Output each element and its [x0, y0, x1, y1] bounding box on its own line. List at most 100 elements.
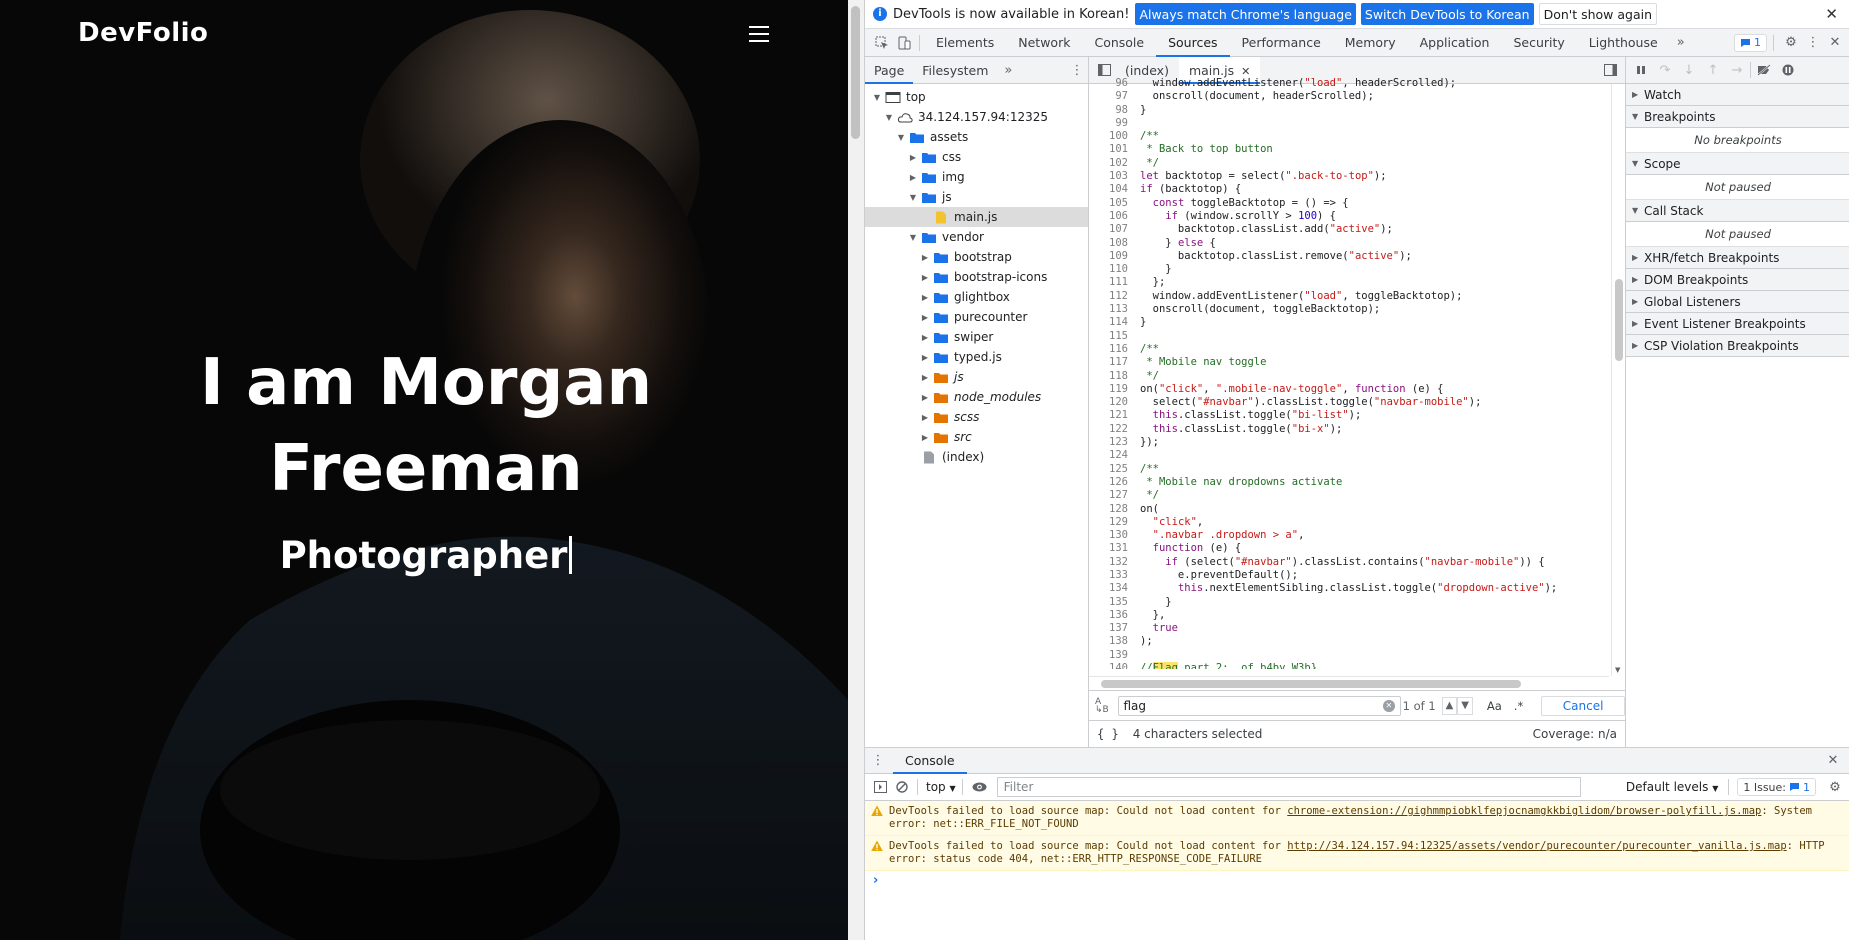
- code-line-text[interactable]: "click",: [1128, 516, 1204, 529]
- code-line[interactable]: 101 * Back to top button: [1089, 143, 1609, 156]
- scroll-down-arrow-icon[interactable]: ▼: [1615, 666, 1620, 674]
- code-line[interactable]: 134 this.nextElementSibling.classList.to…: [1089, 582, 1609, 595]
- code-line-text[interactable]: },: [1128, 609, 1166, 622]
- code-line[interactable]: 139: [1089, 649, 1609, 662]
- line-number[interactable]: 102: [1089, 157, 1128, 170]
- always-match-language-button[interactable]: Always match Chrome's language: [1135, 3, 1356, 25]
- code-line-text[interactable]: } else {: [1128, 237, 1216, 250]
- code-line[interactable]: 122 this.classList.toggle("bi-x");: [1089, 423, 1609, 436]
- dont-show-again-button[interactable]: Don't show again: [1538, 3, 1657, 25]
- previous-match-icon[interactable]: ▲: [1441, 696, 1458, 715]
- line-number[interactable]: 112: [1089, 290, 1128, 303]
- pane-header[interactable]: ▼ Call Stack: [1626, 200, 1849, 222]
- code-line[interactable]: 97 onscroll(document, headerScrolled);: [1089, 90, 1609, 103]
- code-line[interactable]: 130 ".navbar .dropdown > a",: [1089, 529, 1609, 542]
- site-logo[interactable]: DevFolio: [78, 18, 208, 48]
- code-line-text[interactable]: onscroll(document, toggleBacktotop);: [1128, 303, 1381, 316]
- tree-item[interactable]: ▶ src: [865, 427, 1088, 447]
- code-line-text[interactable]: if (select("#navbar").classList.contains…: [1128, 556, 1544, 569]
- code-line-text[interactable]: true: [1128, 622, 1178, 635]
- line-number[interactable]: 124: [1089, 449, 1128, 462]
- tab-console[interactable]: Console: [1082, 29, 1156, 57]
- tab-performance[interactable]: Performance: [1230, 29, 1333, 57]
- code-line[interactable]: 127 */: [1089, 489, 1609, 502]
- line-number[interactable]: 128: [1089, 503, 1128, 516]
- clear-console-icon[interactable]: [891, 776, 913, 798]
- code-line[interactable]: 138);: [1089, 635, 1609, 648]
- code-line-text[interactable]: select("#navbar").classList.toggle("navb…: [1128, 396, 1482, 409]
- live-expression-eye-icon[interactable]: [969, 776, 991, 798]
- code-line-text[interactable]: [1128, 330, 1140, 343]
- code-line[interactable]: 106 if (window.scrollY > 100) {: [1089, 210, 1609, 223]
- console-settings-gear-icon[interactable]: ⚙: [1824, 776, 1846, 798]
- line-number[interactable]: 120: [1089, 396, 1128, 409]
- tree-item[interactable]: ▶ img: [865, 167, 1088, 187]
- line-number[interactable]: 131: [1089, 542, 1128, 555]
- pretty-print-button[interactable]: { }: [1097, 727, 1119, 741]
- issues-badge[interactable]: 1: [1734, 33, 1767, 52]
- line-number[interactable]: 99: [1089, 117, 1128, 130]
- code-line[interactable]: 114}: [1089, 316, 1609, 329]
- code-line-text[interactable]: [1128, 117, 1140, 130]
- tree-item[interactable]: ▼ assets: [865, 127, 1088, 147]
- code-line[interactable]: 129 "click",: [1089, 516, 1609, 529]
- code-line[interactable]: 125/**: [1089, 463, 1609, 476]
- code-line[interactable]: 124: [1089, 449, 1609, 462]
- tree-item[interactable]: ▶ bootstrap: [865, 247, 1088, 267]
- expanded-arrow-icon[interactable]: ▼: [907, 193, 919, 202]
- code-line[interactable]: 123});: [1089, 436, 1609, 449]
- code-line[interactable]: 120 select("#navbar").classList.toggle("…: [1089, 396, 1609, 409]
- code-line[interactable]: 110 }: [1089, 263, 1609, 276]
- page-scrollbar[interactable]: [848, 0, 864, 940]
- tab-filesystem[interactable]: Filesystem: [913, 57, 997, 84]
- code-line[interactable]: 103 let backtotop = select(".back-to-top"…: [1089, 170, 1609, 183]
- code-line-text[interactable]: /**: [1128, 463, 1159, 476]
- line-number[interactable]: 118: [1089, 370, 1128, 383]
- expanded-arrow-icon[interactable]: ▼: [895, 133, 907, 142]
- code-line-text[interactable]: on("click", ".mobile-nav-toggle", functi…: [1128, 383, 1444, 396]
- line-number[interactable]: 104: [1089, 183, 1128, 196]
- code-line[interactable]: 112 window.addEventListener("load", togg…: [1089, 290, 1609, 303]
- line-number[interactable]: 125: [1089, 463, 1128, 476]
- collapsed-arrow-icon[interactable]: ▶: [919, 373, 931, 382]
- replace-toggle-icon[interactable]: A ↳B: [1095, 697, 1114, 714]
- line-number[interactable]: 100: [1089, 130, 1128, 143]
- collapsed-arrow-icon[interactable]: ▶: [919, 253, 931, 262]
- code-line[interactable]: 96 window.addEventListener("load", heade…: [1089, 77, 1609, 90]
- code-line-text[interactable]: * Back to top button: [1128, 143, 1272, 156]
- code-line[interactable]: 105 const toggleBacktotop = () => {: [1089, 197, 1609, 210]
- line-number[interactable]: 129: [1089, 516, 1128, 529]
- code-line-text[interactable]: }: [1128, 104, 1146, 117]
- collapsed-arrow-icon[interactable]: ▶: [919, 313, 931, 322]
- line-number[interactable]: 110: [1089, 263, 1128, 276]
- code-horizontal-scrollbar[interactable]: [1089, 676, 1609, 690]
- console-issues-button[interactable]: 1 Issue: 1: [1737, 778, 1816, 796]
- collapsed-arrow-icon[interactable]: ▶: [919, 433, 931, 442]
- code-line-text[interactable]: const toggleBacktotop = () => {: [1128, 197, 1349, 210]
- code-line-text[interactable]: window.addEventListener("load", headerSc…: [1128, 77, 1456, 90]
- line-number[interactable]: 107: [1089, 223, 1128, 236]
- line-number[interactable]: 127: [1089, 489, 1128, 502]
- show-sidebar-icon[interactable]: [869, 776, 891, 798]
- source-map-link[interactable]: http://34.124.157.94:12325/assets/vendor…: [1287, 840, 1786, 852]
- collapsed-arrow-icon[interactable]: ▶: [919, 333, 931, 342]
- inspect-element-icon[interactable]: [871, 32, 893, 54]
- pane-header[interactable]: ▶ DOM Breakpoints: [1626, 269, 1849, 291]
- line-number[interactable]: 109: [1089, 250, 1128, 263]
- console-prompt[interactable]: ›: [865, 871, 1849, 890]
- code-line[interactable]: 117 * Mobile nav toggle: [1089, 356, 1609, 369]
- device-toolbar-icon[interactable]: [893, 32, 915, 54]
- tree-item[interactable]: ▼ 34.124.157.94:12325: [865, 107, 1088, 127]
- code-line[interactable]: 136 },: [1089, 609, 1609, 622]
- tree-item[interactable]: ▼ top: [865, 87, 1088, 107]
- line-number[interactable]: 122: [1089, 423, 1128, 436]
- pane-header[interactable]: ▼ Scope: [1626, 153, 1849, 175]
- code-line[interactable]: 115: [1089, 330, 1609, 343]
- tree-item[interactable]: main.js: [865, 207, 1088, 227]
- pane-header[interactable]: ▶ Watch: [1626, 84, 1849, 106]
- code-line[interactable]: 100/**: [1089, 130, 1609, 143]
- tree-item[interactable]: ▶ css: [865, 147, 1088, 167]
- code-line[interactable]: 140//Flag part 2: _of_b4by_W3b}: [1089, 662, 1609, 669]
- match-case-button[interactable]: Aa: [1487, 699, 1502, 713]
- tab-sources[interactable]: Sources: [1156, 29, 1231, 57]
